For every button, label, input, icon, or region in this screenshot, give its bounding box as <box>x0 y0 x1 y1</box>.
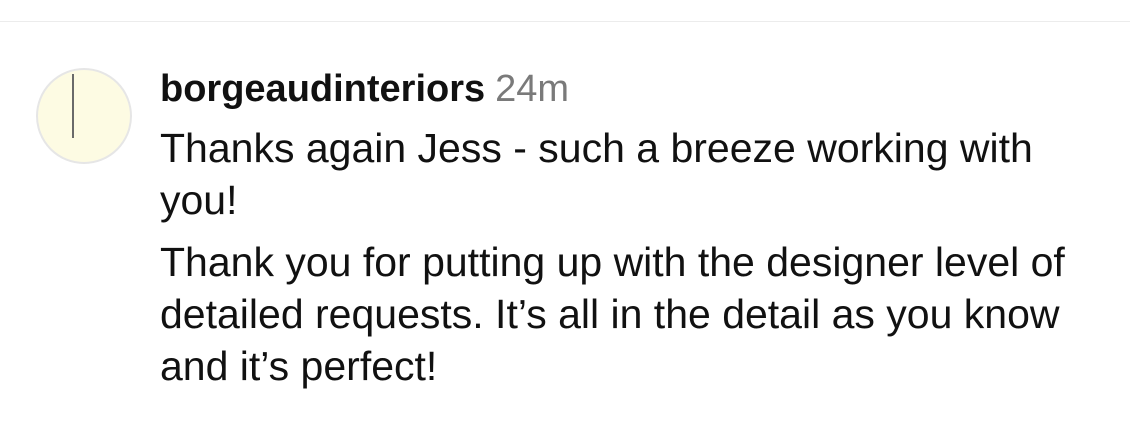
comment-text-1: Thanks again Jess - such a breeze workin… <box>160 125 1033 223</box>
avatar[interactable] <box>36 68 132 164</box>
avatar-mark <box>72 74 74 138</box>
comment-text-2: Thank you for putting up with the design… <box>160 239 1065 389</box>
top-divider <box>0 21 1130 22</box>
comment-screen: borgeaudinteriors 24m Thanks again Jess -… <box>0 0 1130 436</box>
timestamp: 24m <box>495 68 570 110</box>
username-link[interactable]: borgeaudinteriors <box>160 68 485 110</box>
comment: borgeaudinteriors 24m Thanks again Jess -… <box>160 62 1120 392</box>
comment-header: borgeaudinteriors 24m <box>160 62 1120 116</box>
